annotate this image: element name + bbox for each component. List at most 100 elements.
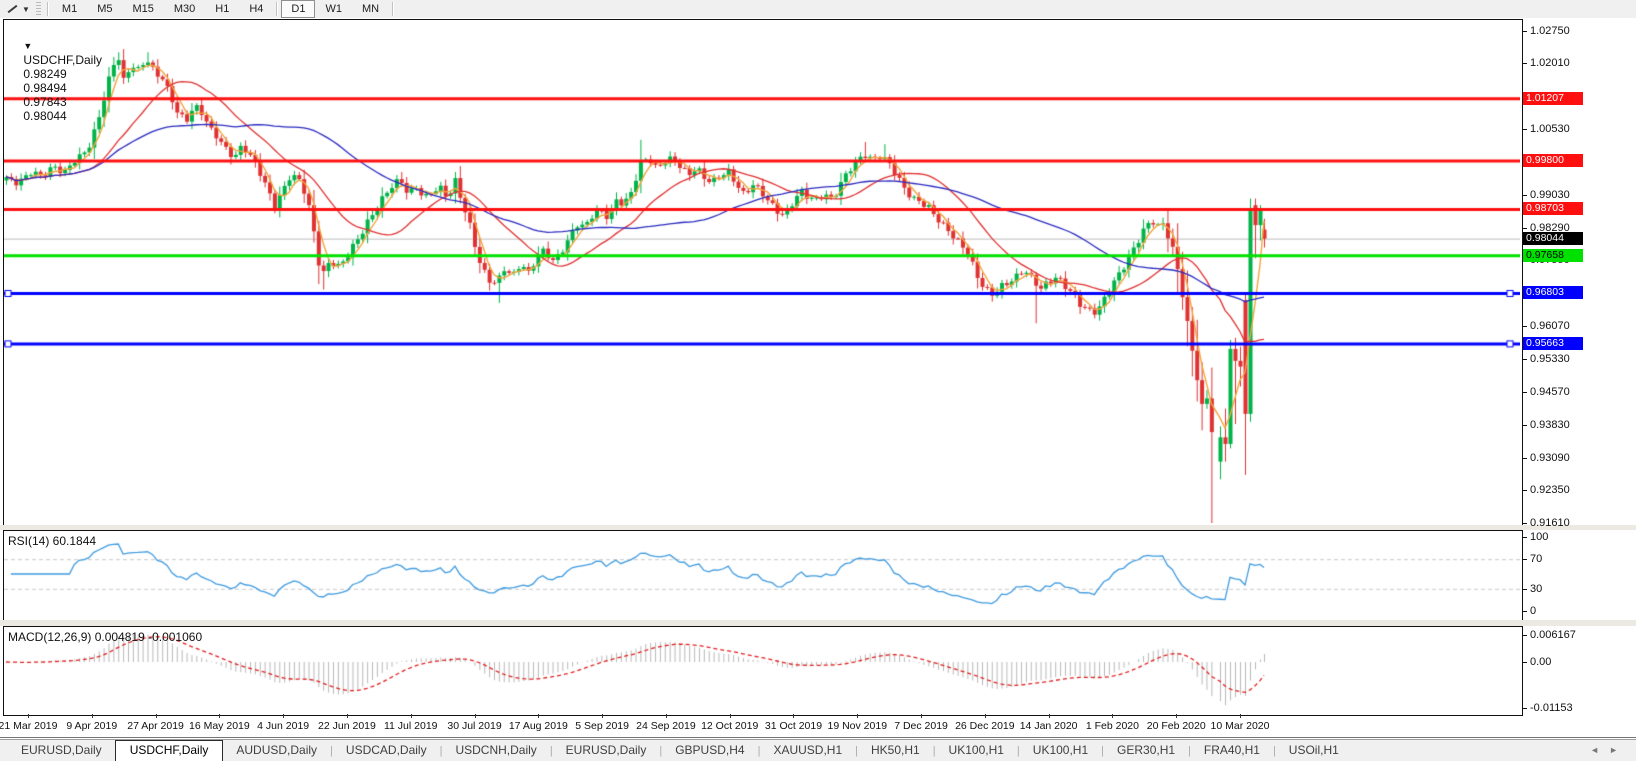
macd-canvas[interactable]: [4, 627, 1520, 713]
tab-scroll-left-icon[interactable]: ◄: [1590, 745, 1609, 755]
price-axis-label: 1.02010: [1530, 57, 1570, 70]
price-axis-label: 0.99030: [1530, 189, 1570, 202]
chart-tab-gbpusd-h4[interactable]: GBPUSD,H4: [662, 741, 757, 760]
macd-axis-tick: [1522, 662, 1527, 663]
chart-tab-uk100-h1[interactable]: UK100,H1: [1020, 741, 1101, 760]
price-axis-tick: [1522, 63, 1527, 65]
date-axis-tick: [793, 714, 795, 718]
date-axis-tick: [91, 714, 93, 718]
date-axis-label: 20 Feb 2020: [1146, 720, 1206, 732]
date-axis-label: 27 Apr 2019: [127, 720, 184, 732]
date-axis-label: 10 Mar 2020: [1210, 720, 1270, 732]
price-axis-tick: [1522, 227, 1527, 229]
rsi-axis-tick: [1522, 611, 1527, 612]
date-axis-label: 11 Jul 2019: [383, 720, 438, 732]
rsi-axis-tick: [1522, 559, 1527, 561]
chart-tab-audusd-daily[interactable]: AUDUSD,Daily: [223, 741, 330, 760]
price-axis-tick: [1522, 325, 1527, 327]
chart-tab-hk50-h1[interactable]: HK50,H1: [858, 741, 933, 760]
timeframe-button-d1[interactable]: D1: [281, 0, 316, 18]
date-axis-tick: [921, 714, 923, 718]
date-axis-tick: [410, 714, 412, 718]
level-price-badge: 0.96803: [1523, 286, 1583, 300]
symbol-dropdown-triangle[interactable]: ▼: [23, 41, 32, 51]
date-axis-tick: [28, 714, 29, 718]
chart-tab-usdcad-daily[interactable]: USDCAD,Daily: [333, 741, 440, 760]
date-axis-tick: [729, 714, 731, 718]
macd-axis-tick: [1522, 708, 1527, 709]
timeframe-button-m5[interactable]: M5: [87, 0, 122, 18]
timeframe-button-m30[interactable]: M30: [164, 0, 205, 18]
ohlc-close: 0.98044: [23, 109, 67, 123]
toolbar-grip[interactable]: [35, 2, 41, 16]
price-axis-label: 0.95330: [1530, 352, 1570, 365]
chart-tab-eurusd-daily[interactable]: EURUSD,Daily: [8, 741, 115, 760]
chart-tab-uk100-h1[interactable]: UK100,H1: [936, 741, 1017, 760]
timeframe-button-m15[interactable]: M15: [122, 0, 163, 18]
date-axis-label: 14 Jan 2020: [1019, 720, 1078, 732]
chart-tab-fra40-h1[interactable]: FRA40,H1: [1191, 741, 1273, 760]
toolbar-dropdown-caret[interactable]: ▼: [22, 5, 30, 14]
date-axis-tick: [219, 714, 221, 718]
ohlc-low: 0.97843: [23, 95, 67, 109]
date-axis-tick: [474, 714, 476, 718]
price-axis-label: 0.92350: [1530, 484, 1570, 497]
price-axis-tick: [1522, 392, 1527, 394]
price-chart-canvas[interactable]: [4, 20, 1520, 523]
date-axis-label: 17 Aug 2019: [508, 720, 568, 732]
macd-label: MACD(12,26,9) 0.004819 -0.001060: [8, 630, 203, 644]
date-axis-tick: [283, 714, 285, 718]
timeframe-button-h4[interactable]: H4: [239, 0, 273, 18]
price-axis-tick: [1522, 358, 1527, 360]
window-bottom-border: [0, 737, 1636, 738]
chart-tab-eurusd-daily[interactable]: EURUSD,Daily: [553, 741, 660, 760]
tab-scroll-arrows[interactable]: ◄►: [1590, 745, 1628, 755]
tab-scroll-right-icon[interactable]: ►: [1609, 745, 1628, 755]
price-axis-tick: [1522, 424, 1527, 426]
date-axis-label: 1 Feb 2020: [1085, 720, 1139, 732]
date-axis-tick: [1048, 714, 1050, 718]
chart-window: ▼ USDCHF,Daily 0.98249 0.98494 0.97843 0…: [0, 18, 1636, 739]
price-axis-label: 0.93830: [1530, 418, 1570, 431]
timeframe-button-m1[interactable]: M1: [52, 0, 87, 18]
timeframe-button-w1[interactable]: W1: [315, 0, 352, 18]
chart-tab-usdcnh-daily[interactable]: USDCNH,Daily: [442, 741, 549, 760]
date-axis-label: 12 Oct 2019: [701, 720, 759, 732]
ohlc-high: 0.98494: [23, 81, 67, 95]
chart-tab-xauusd-h1[interactable]: XAUUSD,H1: [760, 741, 855, 760]
level-price-badge: 0.95663: [1523, 336, 1583, 350]
date-axis-label: 4 Jun 2019: [257, 720, 310, 732]
price-axis-label: 1.00530: [1530, 122, 1570, 135]
chart-tab-usoil-h1[interactable]: USOil,H1: [1276, 741, 1352, 760]
rsi-axis-tick: [1522, 537, 1527, 538]
current-price-badge: 0.98044: [1523, 231, 1583, 245]
price-axis-label: 1.02750: [1530, 24, 1570, 37]
toolbar-separator: [392, 2, 395, 16]
price-axis-tick: [1522, 523, 1527, 525]
date-axis-label: 16 May 2019: [189, 720, 250, 732]
price-axis-label: 0.96070: [1530, 319, 1570, 332]
date-axis-label: 22 Jun 2019: [318, 720, 376, 732]
price-axis-tick: [1522, 128, 1527, 130]
date-axis-label: 7 Dec 2019: [894, 720, 948, 732]
macd-axis-label: 0.00: [1530, 656, 1552, 668]
price-axis-label: 0.93090: [1530, 451, 1570, 464]
date-axis-tick: [346, 714, 348, 718]
date-axis-label: 5 Sep 2019: [575, 720, 629, 732]
level-price-badge: 0.98703: [1523, 202, 1583, 216]
level-price-badge: 0.99800: [1523, 154, 1583, 167]
price-axis-tick: [1522, 457, 1527, 459]
crosshair-tool-icon[interactable]: [5, 3, 19, 15]
rsi-axis-label: 30: [1530, 582, 1543, 595]
chart-tab-ger30-h1[interactable]: GER30,H1: [1104, 741, 1188, 760]
price-axis-label: 0.94570: [1530, 386, 1570, 399]
price-axis-tick: [1522, 490, 1527, 492]
timeframe-button-h1[interactable]: H1: [205, 0, 239, 18]
rsi-axis-label: 70: [1530, 553, 1543, 566]
rsi-canvas[interactable]: [4, 531, 1520, 619]
timeframe-button-mn[interactable]: MN: [352, 0, 389, 18]
date-axis-label: 31 Oct 2019: [764, 720, 823, 732]
chart-tab-usdchf-daily[interactable]: USDCHF,Daily: [114, 740, 224, 761]
macd-axis-tick: [1522, 635, 1527, 636]
date-axis-tick: [1176, 714, 1178, 718]
